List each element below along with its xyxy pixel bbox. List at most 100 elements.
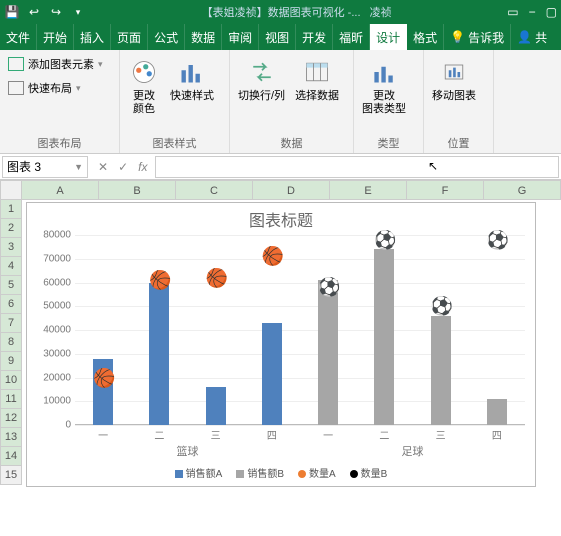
row-header-15[interactable]: 15 [0, 466, 22, 485]
chart-title[interactable]: 图表标题 [27, 203, 535, 235]
qat-dropdown-icon[interactable]: ▾ [70, 7, 86, 18]
y-tick: 10000 [43, 396, 71, 407]
col-header-C[interactable]: C [176, 180, 253, 200]
bar[interactable] [206, 387, 226, 425]
bar[interactable] [431, 316, 451, 425]
legend-item-qb[interactable]: 数量B [350, 465, 388, 480]
change-colors-label: 更改 颜色 [133, 90, 155, 116]
col-header-G[interactable]: G [484, 180, 561, 200]
row-header-13[interactable]: 13 [0, 428, 22, 447]
row-header-4[interactable]: 4 [0, 257, 22, 276]
bar[interactable] [487, 399, 507, 425]
fx-icon[interactable]: fx [138, 160, 147, 174]
tab-design[interactable]: 设计 [370, 24, 407, 50]
select-data-button[interactable]: 选择数据 [293, 54, 341, 105]
basketball-icon[interactable]: 🏀 [149, 270, 169, 290]
soccer-icon[interactable]: ⚽ [318, 277, 338, 297]
row-header-7[interactable]: 7 [0, 314, 22, 333]
chart-object[interactable]: 图表标题 01000020000300004000050000600007000… [26, 202, 536, 487]
tab-data[interactable]: 数据 [185, 24, 222, 50]
col-header-E[interactable]: E [330, 180, 407, 200]
select-data-icon [301, 56, 333, 88]
styles-icon [176, 56, 208, 88]
enter-icon[interactable]: ✓ [118, 160, 128, 174]
save-icon[interactable]: 💾 [4, 5, 20, 19]
bar[interactable] [262, 323, 282, 425]
change-type-label: 更改 图表类型 [362, 90, 406, 116]
close-icon[interactable]: ▢ [546, 5, 557, 19]
soccer-icon[interactable]: ⚽ [487, 230, 507, 250]
tab-formulas[interactable]: 公式 [148, 24, 185, 50]
formula-buttons: ✕ ✓ fx [90, 160, 155, 174]
tab-home[interactable]: 开始 [37, 24, 74, 50]
window-controls: ▭ − ▢ [507, 5, 557, 19]
tab-foxit[interactable]: 福昕 [333, 24, 370, 50]
name-box[interactable]: 图表 3 ▼ [2, 156, 88, 178]
add-chart-element-button[interactable]: 添加图表元素▾ [6, 54, 105, 74]
row-header-2[interactable]: 2 [0, 219, 22, 238]
tab-tellme[interactable]: 💡告诉我 [444, 24, 511, 50]
basketball-icon[interactable]: 🏀 [93, 368, 113, 388]
row-header-6[interactable]: 6 [0, 295, 22, 314]
row-header-12[interactable]: 12 [0, 409, 22, 428]
switch-label: 切换行/列 [238, 90, 285, 103]
row-header-5[interactable]: 5 [0, 276, 22, 295]
group-label-location: 位置 [430, 133, 487, 151]
basketball-icon[interactable]: 🏀 [206, 268, 226, 288]
soccer-icon[interactable]: ⚽ [374, 230, 394, 250]
row-header-14[interactable]: 14 [0, 447, 22, 466]
row-header-10[interactable]: 10 [0, 371, 22, 390]
select-all-corner[interactable] [0, 180, 22, 200]
row-header-3[interactable]: 3 [0, 238, 22, 257]
document-title: 【表姐凌祯】数据图表可视化 -... 凌祯 [94, 4, 499, 20]
row-header-1[interactable]: 1 [0, 200, 22, 219]
quick-layout-button[interactable]: 快速布局▾ [6, 78, 105, 98]
tab-view[interactable]: 视图 [259, 24, 296, 50]
name-box-dropdown-icon[interactable]: ▼ [74, 162, 83, 172]
minimize-icon[interactable]: − [529, 5, 536, 19]
legend-item-a[interactable]: 销售额A [175, 465, 223, 480]
tab-review[interactable]: 审阅 [222, 24, 259, 50]
tab-file[interactable]: 文件 [0, 24, 37, 50]
move-chart-button[interactable]: 移动图表 [430, 54, 478, 105]
group-label: 篮球 [75, 443, 300, 459]
cluster: ⚽三 [413, 235, 469, 425]
x-category-label: 一 [75, 425, 131, 442]
plot-area[interactable]: 0100002000030000400005000060000700008000… [75, 235, 525, 425]
row-header-11[interactable]: 11 [0, 390, 22, 409]
quick-styles-button[interactable]: 快速样式 [168, 54, 216, 105]
soccer-icon[interactable]: ⚽ [431, 296, 451, 316]
bar[interactable] [374, 249, 394, 425]
legend[interactable]: 销售额A 销售额B 数量A 数量B [27, 465, 535, 480]
bar[interactable] [318, 280, 338, 425]
x-category-label: 一 [300, 425, 356, 442]
formula-input[interactable]: ↖ [155, 156, 559, 178]
quick-styles-label: 快速样式 [170, 90, 214, 103]
col-header-A[interactable]: A [22, 180, 99, 200]
tab-insert[interactable]: 插入 [74, 24, 111, 50]
col-header-B[interactable]: B [99, 180, 176, 200]
col-header-F[interactable]: F [407, 180, 484, 200]
row-header-8[interactable]: 8 [0, 333, 22, 352]
switch-row-col-button[interactable]: 切换行/列 [236, 54, 287, 105]
row-header-9[interactable]: 9 [0, 352, 22, 371]
redo-icon[interactable]: ↪ [48, 5, 64, 19]
ribbon-options-icon[interactable]: ▭ [507, 5, 518, 19]
change-chart-type-button[interactable]: 更改 图表类型 [360, 54, 408, 118]
change-colors-button[interactable]: 更改 颜色 [126, 54, 162, 118]
tab-format[interactable]: 格式 [407, 24, 444, 50]
y-axis: 0100002000030000400005000060000700008000… [33, 235, 73, 425]
legend-item-b[interactable]: 销售额B [236, 465, 284, 480]
share-button[interactable]: 👤共 [511, 24, 553, 50]
undo-icon[interactable]: ↩ [26, 5, 42, 19]
bar[interactable] [149, 283, 169, 426]
col-header-D[interactable]: D [253, 180, 330, 200]
y-tick: 60000 [43, 277, 71, 288]
grid-body[interactable]: 图表标题 01000020000300004000050000600007000… [22, 200, 561, 500]
tab-page-layout[interactable]: 页面 [111, 24, 148, 50]
basketball-icon[interactable]: 🏀 [262, 246, 282, 266]
cancel-icon[interactable]: ✕ [98, 160, 108, 174]
share-icon: 👤 [517, 30, 532, 44]
tab-developer[interactable]: 开发 [296, 24, 333, 50]
legend-item-qa[interactable]: 数量A [298, 465, 336, 480]
